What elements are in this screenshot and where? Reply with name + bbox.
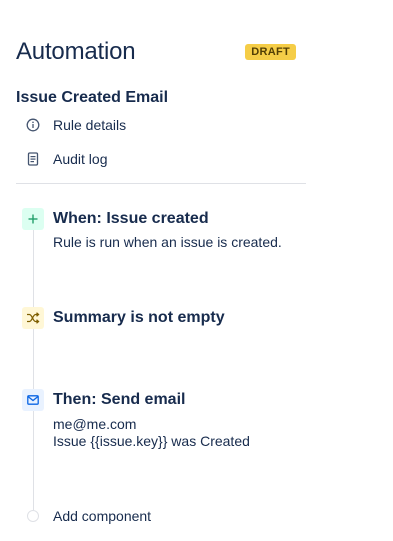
step-description: Rule is run when an issue is created. xyxy=(53,234,282,250)
draft-status-badge: DRAFT xyxy=(245,44,296,60)
add-component-label: Add component xyxy=(53,508,152,524)
step-title: When: Issue created xyxy=(53,210,209,227)
timeline-connector xyxy=(33,226,34,510)
header: Automation DRAFT xyxy=(16,36,298,68)
rule-name: Issue Created Email xyxy=(16,89,169,106)
step-title: Summary is not empty xyxy=(53,309,225,326)
email-recipient: me@me.com xyxy=(53,416,137,432)
menu-item-label: Audit log xyxy=(53,151,108,167)
menu-item-audit-log[interactable]: Audit log xyxy=(24,148,284,170)
info-icon xyxy=(24,116,42,134)
rule-menu: Rule details Audit log xyxy=(24,114,284,182)
condition-step[interactable]: Summary is not empty xyxy=(22,307,312,331)
menu-item-rule-details[interactable]: Rule details xyxy=(24,114,284,136)
document-icon xyxy=(24,150,42,168)
shuffle-icon xyxy=(22,307,44,329)
plus-icon xyxy=(22,208,44,230)
add-component-dot xyxy=(27,510,39,522)
action-step[interactable]: Then: Send email me@me.com Issue {{issue… xyxy=(22,389,312,451)
menu-item-label: Rule details xyxy=(53,117,127,133)
step-title: Then: Send email xyxy=(53,391,186,408)
page-title: Automation xyxy=(16,38,136,65)
add-component-button[interactable]: Add component xyxy=(27,506,151,526)
divider xyxy=(16,183,306,184)
trigger-step[interactable]: When: Issue created Rule is run when an … xyxy=(22,208,312,254)
email-subject: Issue {{issue.key}} was Created xyxy=(53,433,250,449)
mail-icon xyxy=(22,389,44,411)
